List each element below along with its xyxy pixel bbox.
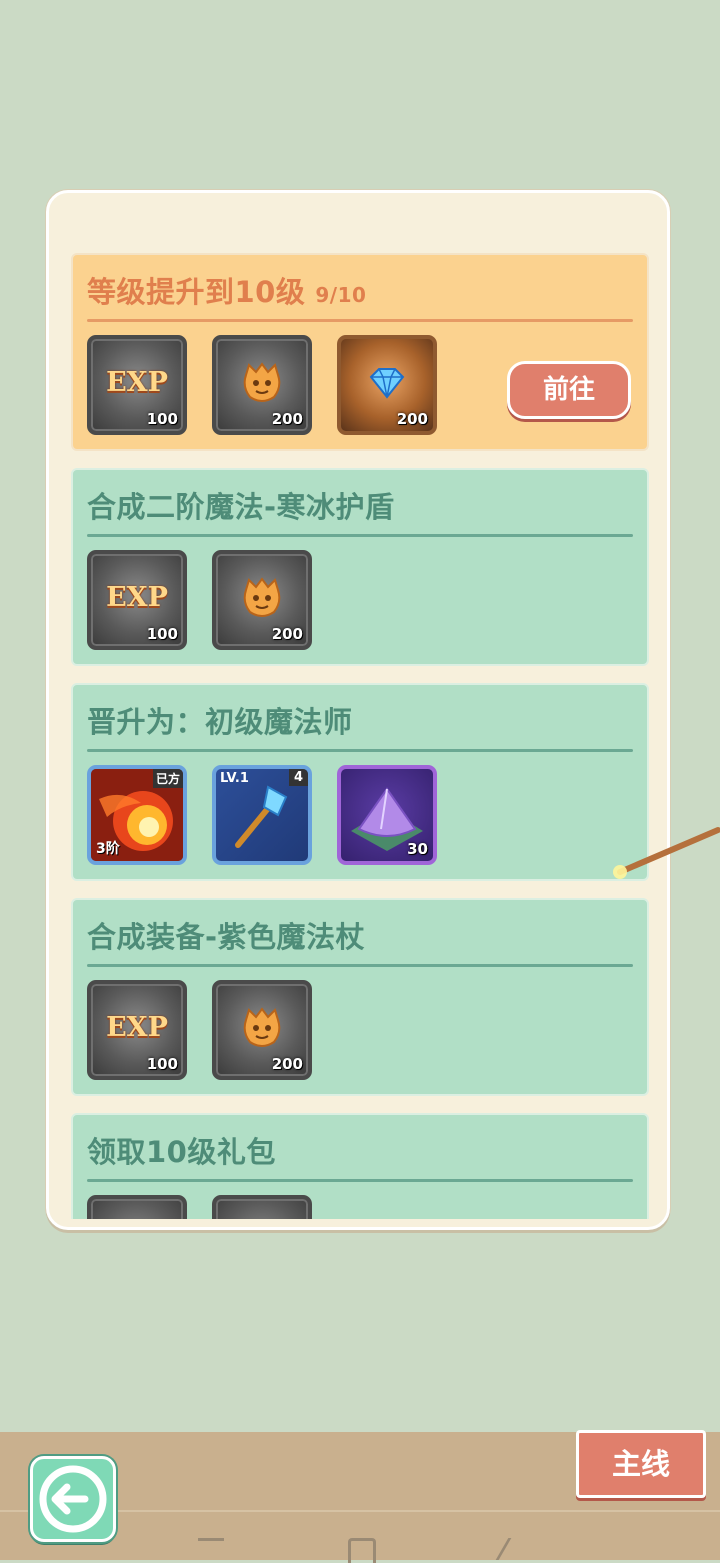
reward-gold[interactable]: 200: [212, 550, 312, 650]
quest-list[interactable]: 等级提升到10级 9/10 EXP 100 200 200 前往 合成二阶魔法-…: [49, 253, 667, 1219]
exp-icon: EXP: [106, 582, 168, 613]
quest-card-level-gift: 领取10级礼包: [71, 1113, 649, 1219]
reward-qty: 100: [146, 625, 178, 643]
menu-nav-icon[interactable]: [198, 1538, 224, 1563]
reward-item[interactable]: [87, 1195, 187, 1219]
go-button[interactable]: 前往: [507, 361, 631, 419]
quest-card-level-up: 等级提升到10级 9/10 EXP 100 200 200 前往: [71, 253, 649, 451]
quest-title: 合成二阶魔法-寒冰护盾: [87, 490, 395, 524]
reward-qty: 30: [407, 840, 428, 858]
reward-qty: 200: [396, 410, 428, 428]
exp-icon: EXP: [106, 367, 168, 398]
divider: [87, 319, 633, 322]
reward-qty: 200: [271, 410, 303, 428]
quest-title: 等级提升到10级 9/10: [87, 275, 367, 309]
owned-tag: 已方: [152, 769, 183, 788]
quest-title: 晋升为：初级魔法师: [87, 705, 353, 739]
quest-card-promotion: 晋升为：初级魔法师 已方 3阶 LV.1 4 30: [71, 683, 649, 881]
exp-icon: EXP: [106, 1012, 168, 1043]
tier-badge: 3阶: [96, 841, 120, 857]
quest-title: 领取10级礼包: [87, 1135, 276, 1169]
reward-exp[interactable]: EXP 100: [87, 550, 187, 650]
reward-qty: 100: [146, 410, 178, 428]
reward-qty: 100: [146, 1055, 178, 1073]
reward-gold[interactable]: 200: [212, 335, 312, 435]
reward-exp[interactable]: EXP 100: [87, 335, 187, 435]
quest-card-ice-shield: 合成二阶魔法-寒冰护盾 EXP 100 200: [71, 468, 649, 666]
quest-card-purple-staff: 合成装备-紫色魔法杖 EXP 100 200: [71, 898, 649, 1096]
back-arrow-icon: [39, 1465, 107, 1533]
reward-qty: 200: [271, 1055, 303, 1073]
divider: [87, 964, 633, 967]
divider: [87, 1179, 633, 1182]
divider: [87, 749, 633, 752]
quest-title: 合成装备-紫色魔法杖: [87, 920, 366, 954]
star-count: 4: [288, 769, 308, 786]
quest-progress: 9/10: [315, 283, 367, 307]
reward-crystal-pile[interactable]: 30: [337, 765, 437, 865]
reward-magic-staff[interactable]: LV.1 4: [212, 765, 312, 865]
reward-item[interactable]: [212, 1195, 312, 1219]
main-quest-button[interactable]: 主线: [576, 1430, 706, 1498]
divider: [87, 534, 633, 537]
reward-diamond[interactable]: 200: [337, 335, 437, 435]
back-button[interactable]: [30, 1456, 116, 1542]
home-nav-icon[interactable]: [348, 1538, 376, 1563]
level-label: LV.1: [220, 771, 249, 786]
reward-fire-spell[interactable]: 已方 3阶: [87, 765, 187, 865]
reward-exp[interactable]: EXP 100: [87, 980, 187, 1080]
quest-panel: 等级提升到10级 9/10 EXP 100 200 200 前往 合成二阶魔法-…: [46, 190, 670, 1230]
wand-pointer-icon: [613, 827, 720, 879]
reward-qty: 200: [271, 625, 303, 643]
reward-gold[interactable]: 200: [212, 980, 312, 1080]
